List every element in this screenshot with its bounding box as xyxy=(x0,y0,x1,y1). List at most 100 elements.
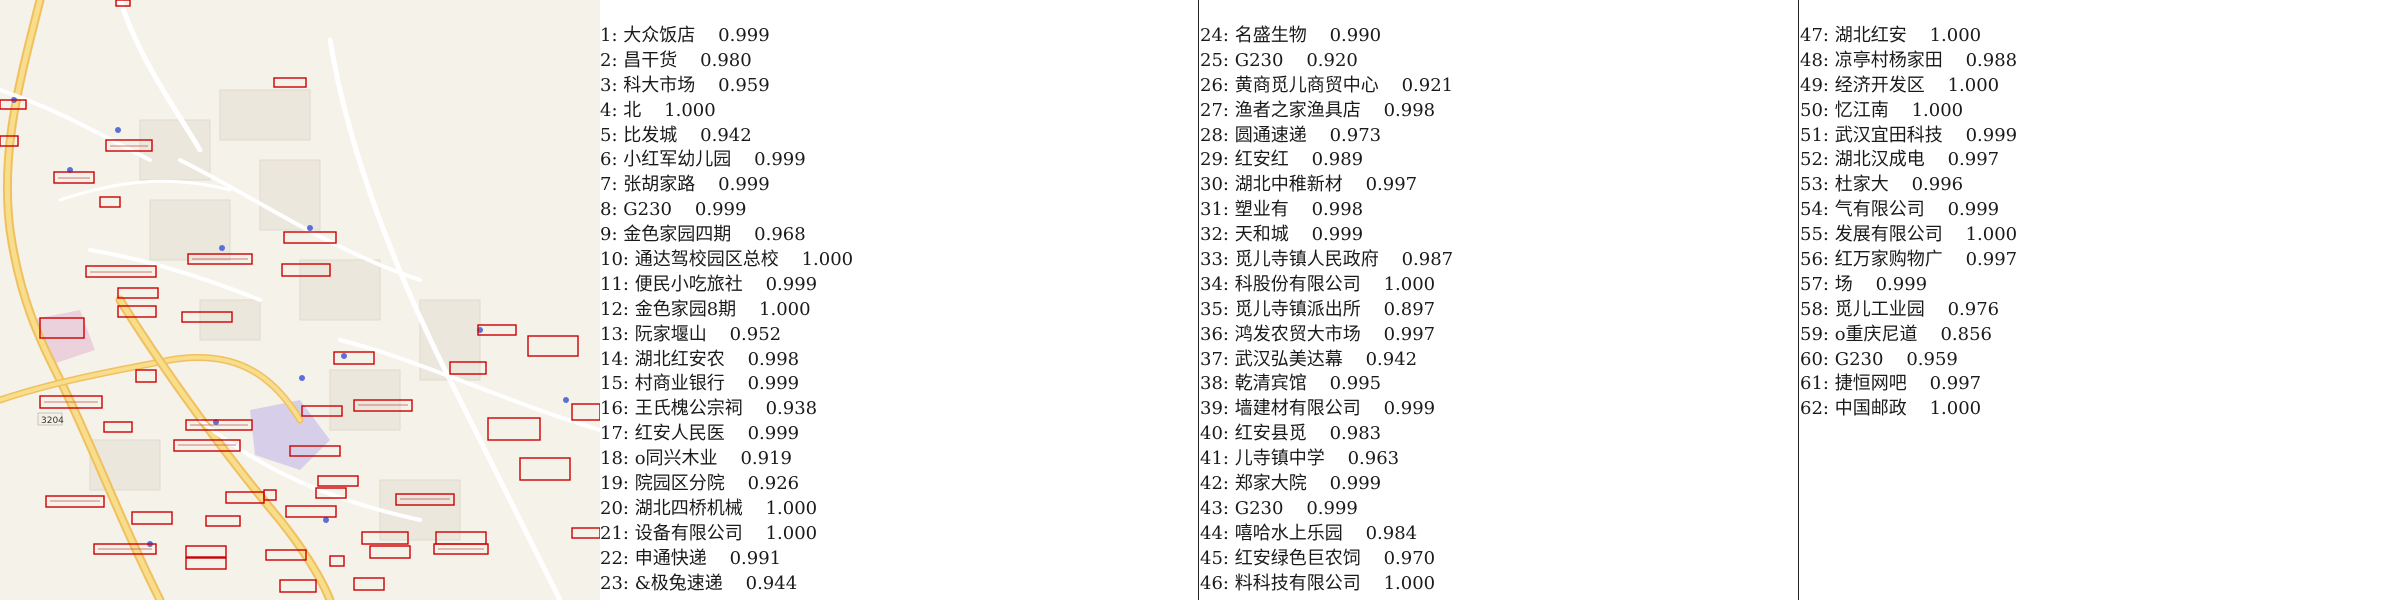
result-row: 42: 郑家大院 0.999 xyxy=(1200,472,1780,497)
result-score: 0.989 xyxy=(1311,149,1364,171)
result-score: 0.990 xyxy=(1329,25,1382,46)
result-score: 0.999 xyxy=(1329,473,1382,495)
result-index: 16: xyxy=(600,398,629,420)
result-row: 30: 湖北中稚新材 0.997 xyxy=(1200,173,1780,198)
result-index: 29: xyxy=(1200,149,1229,171)
result-index: 15: xyxy=(600,373,629,395)
result-row: 40: 红安县觅 0.983 xyxy=(1200,422,1780,447)
result-name: 天和城 xyxy=(1234,224,1289,246)
result-score: 1.000 xyxy=(1929,25,1982,46)
column-divider xyxy=(1198,0,1199,600)
result-score: 0.999 xyxy=(1875,273,1928,295)
result-name: G230 xyxy=(1234,49,1284,71)
result-name: 凉亭村杨家田 xyxy=(1834,49,1943,71)
result-row: 10: 通达驾校园区总校 1.000 xyxy=(600,248,1180,273)
result-name: 小红军幼儿园 xyxy=(623,149,732,171)
result-score: 0.984 xyxy=(1365,522,1418,544)
result-index: 3: xyxy=(600,74,618,96)
result-row: 44: 嘻哈水上乐园 0.984 xyxy=(1200,522,1780,547)
result-row: 26: 黄商觅儿商贸中心 0.921 xyxy=(1200,74,1780,99)
result-row: 21: 设备有限公司 1.000 xyxy=(600,522,1180,547)
result-name: 金色家园四期 xyxy=(623,224,732,246)
result-index: 31: xyxy=(1200,199,1229,221)
results-column-2: 24: 名盛生物 0.990 25: G230 0.920 26: 黄商觅儿商贸中心… xyxy=(1200,24,1780,596)
result-score: 0.999 xyxy=(1965,124,2018,146)
result-row: 59: o重庆尼道 0.856 xyxy=(1800,323,2380,348)
result-score: 0.963 xyxy=(1347,448,1400,470)
result-score: 0.988 xyxy=(1965,49,2018,71)
result-score: 0.999 xyxy=(747,373,800,395)
road-number-label: 3204 xyxy=(41,416,64,426)
result-score: 0.919 xyxy=(740,448,792,470)
result-index: 10: xyxy=(600,249,629,271)
result-index: 25: xyxy=(1200,49,1229,71)
result-row: 7: 张胡家路 0.999 xyxy=(600,173,1180,198)
result-index: 4: xyxy=(600,99,618,121)
result-index: 17: xyxy=(600,423,629,445)
result-name: 阮家堰山 xyxy=(634,323,707,345)
map-canvas: 3204 xyxy=(0,0,600,600)
result-index: 51: xyxy=(1800,124,1829,146)
result-index: 6: xyxy=(600,149,618,171)
result-score: 0.921 xyxy=(1401,74,1454,96)
result-row: 57: 场 0.999 xyxy=(1800,273,2380,298)
result-row: 38: 乾清宾馆 0.995 xyxy=(1200,372,1780,397)
result-index: 46: xyxy=(1200,572,1229,594)
result-row: 56: 红万家购物广 0.997 xyxy=(1800,248,2380,273)
result-name: 大众饭店 xyxy=(623,25,696,46)
result-name: 红安人民医 xyxy=(634,423,725,445)
result-score: 0.998 xyxy=(1383,99,1436,121)
result-index: 62: xyxy=(1800,398,1829,420)
result-name: G230 xyxy=(623,199,673,221)
result-name: 王氏槐公宗祠 xyxy=(634,398,743,420)
result-row: 4: 北 1.000 xyxy=(600,99,1180,124)
result-name: 昌干货 xyxy=(623,49,678,71)
result-score: 0.952 xyxy=(729,323,782,345)
result-index: 21: xyxy=(600,522,629,544)
result-name: 发展有限公司 xyxy=(1834,224,1943,246)
result-name: 郑家大院 xyxy=(1234,473,1307,495)
result-row: 28: 圆通速递 0.973 xyxy=(1200,124,1780,149)
result-index: 36: xyxy=(1200,323,1229,345)
result-row: 6: 小红军幼儿园 0.999 xyxy=(600,148,1180,173)
result-score: 0.987 xyxy=(1401,249,1454,271)
result-index: 22: xyxy=(600,547,629,569)
result-row: 49: 经济开发区 1.000 xyxy=(1800,74,2380,99)
result-score: 0.926 xyxy=(747,473,800,495)
result-row: 32: 天和城 0.999 xyxy=(1200,223,1780,248)
result-index: 27: xyxy=(1200,99,1229,121)
result-row: 15: 村商业银行 0.999 xyxy=(600,372,1180,397)
result-score: 0.999 xyxy=(1306,497,1358,519)
result-index: 20: xyxy=(600,497,629,519)
result-score: 0.998 xyxy=(747,348,800,370)
result-row: 12: 金色家园8期 1.000 xyxy=(600,298,1180,323)
result-index: 60: xyxy=(1800,348,1829,370)
result-name: &极兔速递 xyxy=(634,572,723,594)
result-row: 58: 觅儿工业园 0.976 xyxy=(1800,298,2380,323)
result-row: 41: 儿寺镇中学 0.963 xyxy=(1200,447,1780,472)
result-name: 科股份有限公司 xyxy=(1234,273,1361,295)
result-row: 17: 红安人民医 0.999 xyxy=(600,422,1180,447)
result-index: 56: xyxy=(1800,249,1829,271)
result-score: 0.856 xyxy=(1940,323,1992,345)
result-row: 61: 捷恒网吧 0.997 xyxy=(1800,372,2380,397)
result-name: 儿寺镇中学 xyxy=(1234,448,1325,470)
result-row: 29: 红安红 0.989 xyxy=(1200,148,1780,173)
result-index: 7: xyxy=(600,174,618,196)
result-name: 墙建材有限公司 xyxy=(1234,398,1361,420)
results-column-1: 1: 大众饭店 0.999 2: 昌干货 0.980 3: 科大市场 0.959 4:… xyxy=(600,24,1180,596)
result-row: 9: 金色家园四期 0.968 xyxy=(600,223,1180,248)
result-name: 渔者之家渔具店 xyxy=(1234,99,1361,121)
result-score: 0.920 xyxy=(1306,49,1358,71)
result-row: 54: 气有限公司 0.999 xyxy=(1800,198,2380,223)
result-row: 11: 便民小吃旅社 0.999 xyxy=(600,273,1180,298)
result-score: 0.998 xyxy=(1311,199,1364,221)
result-score: 0.942 xyxy=(700,124,752,146)
result-score: 0.973 xyxy=(1329,124,1382,146)
result-index: 49: xyxy=(1800,74,1829,96)
result-score: 0.999 xyxy=(1311,224,1364,246)
result-index: 34: xyxy=(1200,273,1229,295)
result-score: 0.997 xyxy=(1365,174,1418,196)
result-index: 23: xyxy=(600,572,629,594)
result-index: 1: xyxy=(600,25,618,46)
